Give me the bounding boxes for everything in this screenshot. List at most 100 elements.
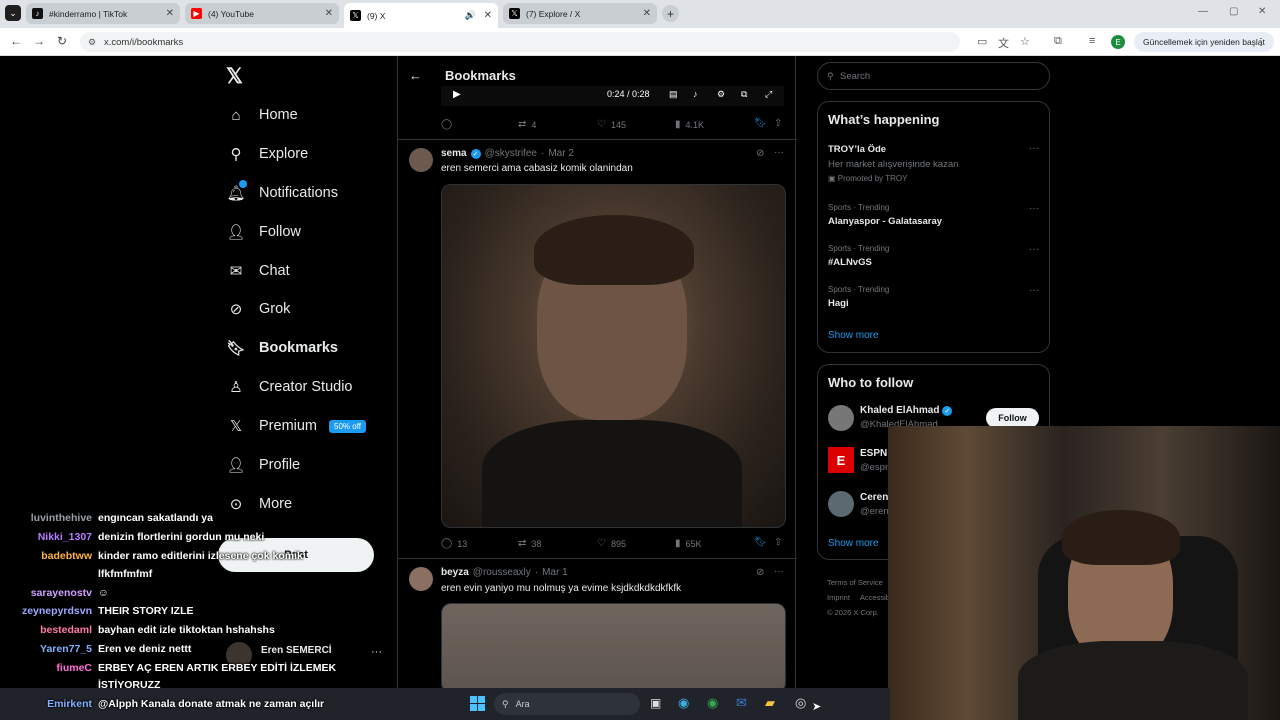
close-icon[interactable]: ✕ xyxy=(325,8,333,19)
sidebar-item-home[interactable]: ⌂ Home xyxy=(226,105,297,125)
sidebar-item-bookmarks[interactable]: 🔖︎ Bookmarks xyxy=(226,338,338,358)
back-icon[interactable]: ← xyxy=(10,34,22,48)
sidebar-item-grok[interactable]: ⊘ Grok xyxy=(226,299,291,319)
tab-youtube[interactable]: ▶ (4) YouTube ✕ xyxy=(185,3,339,24)
more-icon[interactable]: ··· xyxy=(774,566,784,577)
star-icon[interactable]: ☆ xyxy=(1020,35,1030,48)
translate-icon[interactable]: 文 xyxy=(998,35,1009,51)
footer-link[interactable]: Imprint xyxy=(827,590,850,605)
windows-start-icon[interactable] xyxy=(470,696,485,711)
tweet-date[interactable]: Mar 2 xyxy=(548,148,574,159)
site-info-icon[interactable]: ⚙ xyxy=(88,37,96,48)
more-icon[interactable]: ··· xyxy=(774,147,784,158)
reply-button[interactable]: ◯ xyxy=(441,119,457,130)
profile-avatar[interactable]: E xyxy=(1111,35,1125,49)
volume-icon[interactable]: ♪ xyxy=(693,89,698,99)
tab-search-button[interactable]: ⌄ xyxy=(5,5,21,21)
sidebar-item-profile[interactable]: 👤︎ Profile xyxy=(226,455,300,475)
settings-icon[interactable]: ⚙ xyxy=(717,89,725,100)
bookmark-button[interactable]: 🔖︎ xyxy=(754,118,772,129)
sidebar-item-follow[interactable]: 👤︎ Follow xyxy=(226,222,300,242)
tweet-date[interactable]: Mar 1 xyxy=(542,567,568,578)
show-more-link[interactable]: Show more xyxy=(828,538,879,549)
espn-logo-icon[interactable]: E xyxy=(828,447,854,473)
avatar[interactable] xyxy=(409,567,433,591)
tweet-author-name[interactable]: sema xyxy=(441,148,467,159)
sidebar-item-premium[interactable]: 𝕏 Premium 50% off xyxy=(226,416,366,436)
tweet-video[interactable] xyxy=(441,184,786,528)
views-button[interactable]: ▮ 65K xyxy=(675,538,702,549)
obs-icon[interactable]: ◎ xyxy=(795,695,806,711)
captions-icon[interactable]: ▤ xyxy=(669,89,678,100)
search-input[interactable]: ⚲ Search xyxy=(817,62,1050,90)
retweet-button[interactable]: ⇄ 38 xyxy=(518,538,541,549)
play-icon[interactable]: ▶ xyxy=(453,89,461,100)
promoted-label: ▣ Promoted by TROY xyxy=(828,174,908,183)
follow-name[interactable]: Ceren xyxy=(860,492,888,503)
sidebar-item-chat[interactable]: ✉ Chat xyxy=(226,261,290,281)
x-logo-icon[interactable]: 𝕏 xyxy=(226,64,243,89)
close-window-button[interactable]: ✕ xyxy=(1258,6,1266,17)
sidebar-item-notifications[interactable]: 🔔︎ Notifications xyxy=(226,180,338,203)
hair-shape xyxy=(534,215,694,285)
bookmark-button[interactable]: 🔖︎ xyxy=(754,537,772,548)
sidebar-item-label: Chat xyxy=(259,263,290,279)
url-bar[interactable]: ⚙ x.com/i/bookmarks xyxy=(80,32,960,52)
speaker-icon[interactable]: 🔊 xyxy=(465,10,476,21)
more-icon[interactable]: ··· xyxy=(1029,143,1039,154)
follow-button[interactable]: Follow xyxy=(986,408,1039,428)
views-button[interactable]: ▮ 4.1K xyxy=(675,119,704,130)
popout-icon[interactable]: ⧉ xyxy=(741,89,747,100)
grok-icon[interactable]: ⊘ xyxy=(756,148,764,159)
show-more-link[interactable]: Show more xyxy=(828,330,879,341)
chrome-icon[interactable]: ◉ xyxy=(707,695,718,711)
task-view-icon[interactable]: ▣ xyxy=(650,696,661,710)
more-icon[interactable]: ··· xyxy=(1029,244,1039,255)
new-tab-button[interactable]: + xyxy=(662,5,679,22)
tab-explore[interactable]: 𝕏 (7) Explore / X ✕ xyxy=(503,3,657,24)
like-button[interactable]: ♡ 145 xyxy=(597,119,626,130)
sidebar-item-explore[interactable]: ⚲ Explore xyxy=(226,144,309,164)
edge-icon[interactable]: ◉ xyxy=(678,695,689,711)
more-icon[interactable]: ··· xyxy=(1029,285,1039,296)
sidebar-item-more[interactable]: ⊙ More xyxy=(226,494,292,514)
maximize-button[interactable]: ▢ xyxy=(1229,6,1238,17)
account-switcher[interactable]: Eren SEMERCİ ··· xyxy=(226,642,386,668)
reply-button[interactable]: ◯ 13 xyxy=(441,538,467,549)
tweet-handle[interactable]: @rousseaxly xyxy=(473,567,531,578)
fullscreen-icon[interactable]: ⤢ xyxy=(765,89,772,100)
avatar[interactable] xyxy=(409,148,433,172)
update-button[interactable]: Güncellemek için yeniden başlat ⋮ xyxy=(1134,32,1274,52)
minimize-button[interactable]: — xyxy=(1198,6,1208,17)
taskbar-search[interactable]: ⚲ Ara xyxy=(494,693,640,715)
close-icon[interactable]: ✕ xyxy=(643,8,651,19)
tweet-media[interactable] xyxy=(441,603,786,693)
follow-name[interactable]: Khaled ElAhmad ✓ xyxy=(860,405,953,416)
mail-app-icon[interactable]: ✉ xyxy=(736,695,747,711)
like-button[interactable]: ♡ 895 xyxy=(597,538,626,549)
sidebar-item-label: Bookmarks xyxy=(259,340,338,356)
close-icon[interactable]: ✕ xyxy=(484,10,492,21)
share-button[interactable]: ⇧ xyxy=(774,537,787,548)
extensions-icon[interactable]: ⧉ xyxy=(1054,35,1062,48)
follow-name[interactable]: ESPN xyxy=(860,448,887,459)
forward-icon[interactable]: → xyxy=(33,34,45,48)
install-icon[interactable]: ▭ xyxy=(977,35,987,48)
back-arrow-icon[interactable]: ← xyxy=(409,68,422,83)
media-control-icon[interactable]: ≡ xyxy=(1089,35,1095,47)
tweet-handle[interactable]: @skystrifee xyxy=(485,148,537,159)
reload-icon[interactable]: ↻ xyxy=(57,34,67,48)
close-icon[interactable]: ✕ xyxy=(166,8,174,19)
ad-icon: ▣ xyxy=(828,174,838,183)
file-explorer-icon[interactable]: ▰ xyxy=(765,695,775,711)
more-icon[interactable]: ··· xyxy=(1029,203,1039,214)
tweet-author-name[interactable]: beyza xyxy=(441,567,469,578)
tab-tiktok[interactable]: ♪ #kinderramo | TikTok ✕ xyxy=(26,3,180,24)
avatar[interactable] xyxy=(828,491,854,517)
avatar[interactable] xyxy=(828,405,854,431)
grok-icon[interactable]: ⊘ xyxy=(756,567,764,578)
sidebar-item-creator-studio[interactable]: ♙ Creator Studio xyxy=(226,377,352,397)
retweet-button[interactable]: ⇄ 4 xyxy=(518,119,536,130)
tab-x[interactable]: 𝕏 (9) X 🔊 ✕ xyxy=(344,3,498,28)
share-button[interactable]: ⇧ xyxy=(774,118,787,129)
